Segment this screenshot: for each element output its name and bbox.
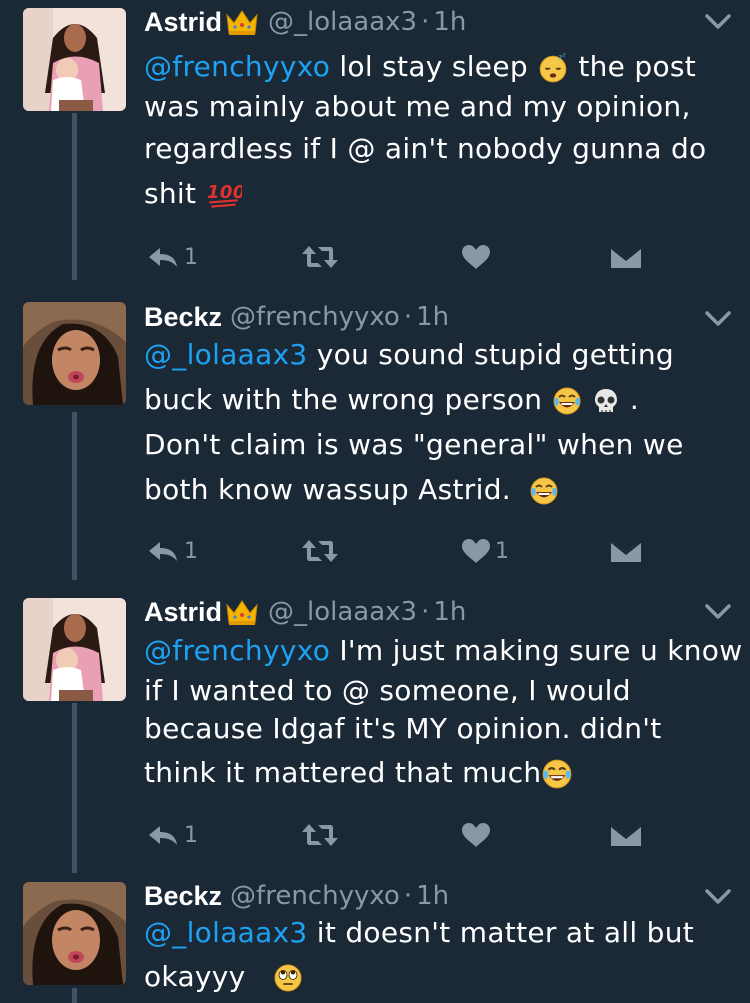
retweet-button[interactable] <box>300 242 340 272</box>
tweet[interactable]: Beckz @frenchyyxo · 1h @_lolaaax3 you so… <box>0 292 750 588</box>
mention-link[interactable]: @frenchyyxo <box>144 50 330 83</box>
mention-link[interactable]: @_lolaaax3 <box>144 916 308 949</box>
reply-count: 1 <box>184 822 198 848</box>
avatar[interactable] <box>23 8 126 111</box>
tears-of-joy-icon <box>552 386 582 416</box>
hundred-points-icon <box>206 179 242 211</box>
sleeping-face-icon <box>537 52 569 84</box>
retweet-button[interactable] <box>300 536 340 566</box>
like-button[interactable] <box>461 242 491 272</box>
retweet-icon <box>300 822 340 848</box>
direct-message-button[interactable] <box>610 536 642 566</box>
crown-icon <box>224 7 260 37</box>
avatar-image <box>23 882 126 985</box>
tears-of-joy-icon <box>529 476 559 506</box>
timestamp[interactable]: 1h <box>433 7 466 37</box>
reply-icon <box>146 245 180 269</box>
crown-icon <box>224 597 260 627</box>
chevron-down-icon[interactable] <box>704 603 732 621</box>
avatar[interactable] <box>23 882 126 985</box>
like-count: 1 <box>495 538 509 564</box>
retweet-icon <box>300 538 340 564</box>
tweet[interactable]: Astrid @_lolaaax3 · 1h @frenchyyxo I'm j… <box>0 588 750 876</box>
reply-button[interactable]: 1 <box>146 242 198 272</box>
timestamp[interactable]: 1h <box>433 597 466 627</box>
display-name[interactable]: Astrid <box>144 7 222 38</box>
time-separator: · <box>421 597 430 627</box>
avatar-image <box>23 302 126 405</box>
heart-icon <box>461 822 491 848</box>
avatar-image <box>23 598 126 701</box>
reply-icon <box>146 823 180 847</box>
username[interactable]: @frenchyyxo <box>230 302 400 332</box>
tweet[interactable]: Astrid @_lolaaax3 · 1h @frenchyyxo lol s… <box>0 0 750 292</box>
retweet-button[interactable] <box>300 820 340 850</box>
tears-of-joy-icon <box>541 758 573 790</box>
like-button[interactable] <box>461 820 491 850</box>
retweet-icon <box>300 244 340 270</box>
display-name[interactable]: Astrid <box>144 597 222 628</box>
heart-icon <box>461 538 491 564</box>
time-separator: · <box>403 881 413 911</box>
chevron-down-icon[interactable] <box>704 888 732 906</box>
direct-message-button[interactable] <box>610 242 642 272</box>
tweet[interactable]: Beckz @frenchyyxo · 1h @_lolaaax3 it doe… <box>0 876 750 1003</box>
avatar[interactable] <box>23 302 126 405</box>
time-separator: · <box>421 7 430 37</box>
display-name[interactable]: Beckz <box>144 302 222 333</box>
envelope-icon <box>610 539 642 563</box>
avatar[interactable] <box>23 598 126 701</box>
username[interactable]: @_lolaaax3 <box>268 597 417 627</box>
chevron-down-icon[interactable] <box>704 13 732 31</box>
like-button[interactable]: 1 <box>461 536 509 566</box>
direct-message-button[interactable] <box>610 820 642 850</box>
reply-button[interactable]: 1 <box>146 536 198 566</box>
display-name[interactable]: Beckz <box>144 881 222 912</box>
envelope-icon <box>610 245 642 269</box>
time-separator: · <box>403 302 413 332</box>
envelope-icon <box>610 823 642 847</box>
avatar-image <box>23 8 126 111</box>
mention-link[interactable]: @_lolaaax3 <box>144 338 308 371</box>
username[interactable]: @frenchyyxo <box>230 881 400 911</box>
reply-count: 1 <box>184 538 198 564</box>
heart-icon <box>461 244 491 270</box>
username[interactable]: @_lolaaax3 <box>268 7 417 37</box>
timestamp[interactable]: 1h <box>416 302 449 332</box>
skull-icon <box>591 386 621 416</box>
mention-link[interactable]: @frenchyyxo <box>144 634 330 667</box>
reply-button[interactable]: 1 <box>146 820 198 850</box>
reply-count: 1 <box>184 244 198 270</box>
timestamp[interactable]: 1h <box>416 881 449 911</box>
chevron-down-icon[interactable] <box>704 310 732 328</box>
reply-icon <box>146 539 180 563</box>
rolling-eyes-icon <box>273 963 303 993</box>
